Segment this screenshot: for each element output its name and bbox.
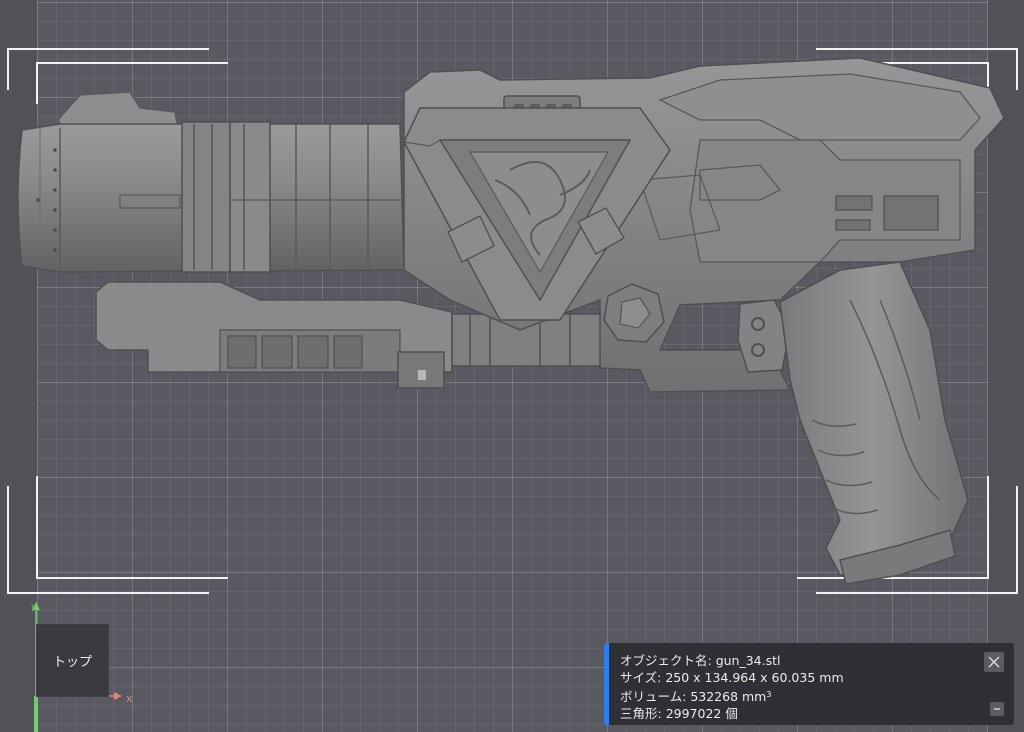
object-info-panel: オブジェクト名: gun_34.stl サイズ: 250 x 134.964 x… <box>604 643 1014 725</box>
3d-viewport[interactable]: x y トップ オブジェクト名: gun_34.stl サイズ: 250 x 1… <box>0 0 1024 732</box>
collapse-button[interactable] <box>990 702 1004 716</box>
volume-label: ボリューム: <box>620 689 691 704</box>
view-cube-label: トップ <box>52 655 92 670</box>
volume-unit-exponent: 3 <box>766 690 772 699</box>
object-name-value: gun_34.stl <box>715 653 781 668</box>
view-cube[interactable]: トップ <box>36 624 109 697</box>
triangles-row: 三角形: 2997022 個 <box>620 705 1014 722</box>
info-panel-accent <box>604 643 609 725</box>
x-axis-label: x <box>126 692 133 705</box>
object-name-row: オブジェクト名: gun_34.stl <box>620 652 1014 669</box>
close-icon <box>988 656 1000 668</box>
volume-row: ボリューム: 532268 mm3 <box>620 686 1014 705</box>
barrel-assembly <box>17 91 405 273</box>
size-value: 250 x 134.964 x 60.035 mm <box>665 670 844 685</box>
x-axis-arrow-icon <box>114 692 122 700</box>
volume-value: 532268 mm <box>690 689 767 704</box>
object-name-label: オブジェクト名: <box>620 653 716 668</box>
minus-icon <box>994 708 1000 710</box>
grip <box>779 261 969 585</box>
close-button[interactable] <box>984 652 1004 672</box>
triangles-label: 三角形: <box>620 706 666 721</box>
y-axis-label: y <box>31 602 37 612</box>
size-row: サイズ: 250 x 134.964 x 60.035 mm <box>620 669 1014 686</box>
triangles-value: 2997022 個 <box>665 706 738 721</box>
size-label: サイズ: <box>620 670 666 685</box>
